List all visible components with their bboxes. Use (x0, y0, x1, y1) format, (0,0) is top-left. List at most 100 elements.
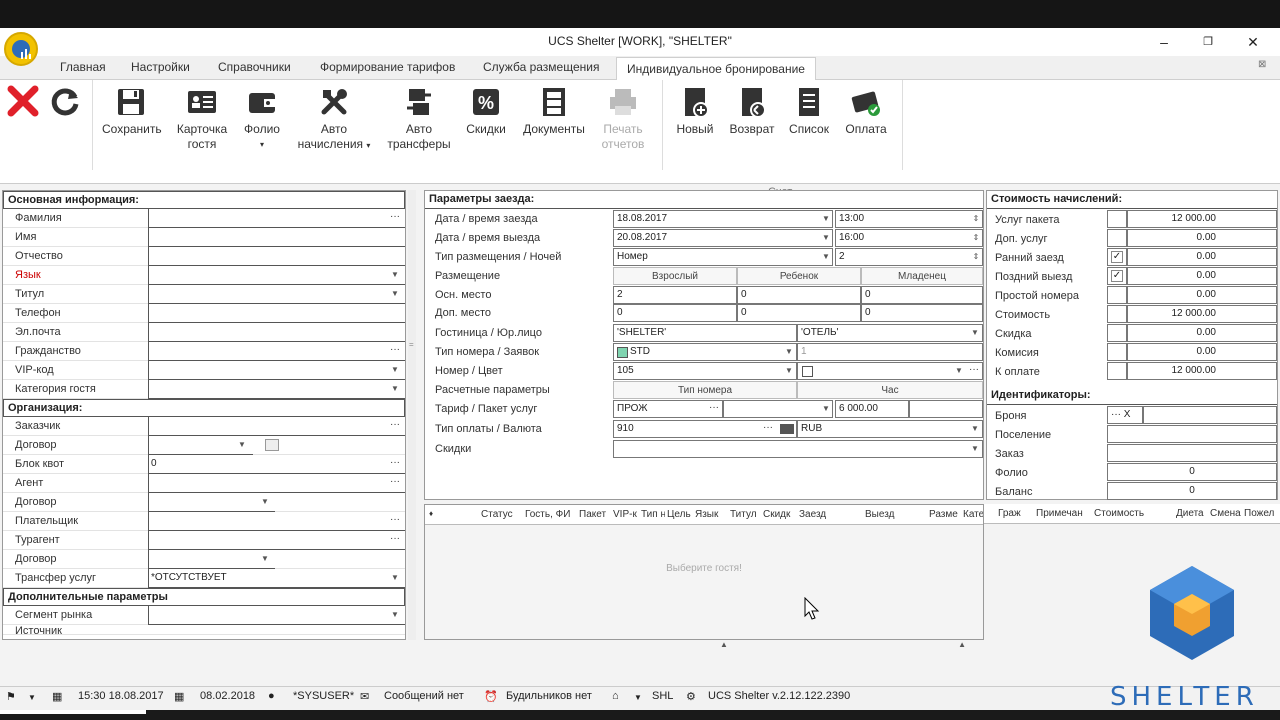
more-icon[interactable]: ··· (388, 344, 402, 358)
discounts-select[interactable] (613, 440, 983, 458)
discounts-button[interactable]: % Скидки (462, 86, 510, 137)
dropdown-arrow-icon[interactable]: ▼ (236, 438, 248, 452)
dropdown-arrow-icon[interactable]: ▼ (389, 287, 401, 301)
checkout-date-input[interactable]: 20.08.2017 (613, 229, 833, 247)
keyboard-icon[interactable] (780, 424, 794, 434)
agent-input[interactable] (148, 474, 405, 493)
auto-charges-button[interactable]: Авто начисления ▾ (294, 86, 374, 153)
main-child-input[interactable]: 0 (737, 286, 861, 304)
customer-input[interactable] (148, 417, 405, 436)
save-button[interactable]: Сохранить (102, 86, 162, 137)
currency-select[interactable]: RUB (797, 420, 983, 438)
tab-references[interactable]: Справочники (218, 60, 291, 74)
main-adult-input[interactable]: 2 (613, 286, 737, 304)
vip-select[interactable] (148, 361, 405, 380)
payer-input[interactable] (148, 512, 405, 531)
patronymic-input[interactable] (148, 247, 405, 266)
settle-input[interactable] (1107, 425, 1277, 443)
more-icon[interactable]: ··· (707, 402, 721, 416)
dropdown-arrow-icon[interactable]: ▼ (783, 364, 795, 378)
dropdown-arrow-icon[interactable]: ▼ (389, 608, 401, 622)
dropdown-arrow-icon[interactable]: ▼ (969, 422, 981, 436)
contract2-select[interactable] (148, 493, 275, 512)
tab-main[interactable]: Главная (60, 60, 106, 74)
more-icon[interactable]: ··· (967, 364, 981, 378)
app-logo-icon[interactable] (4, 32, 38, 66)
dropdown-arrow-icon[interactable]: ▼ (969, 442, 981, 456)
documents-button[interactable]: Документы (520, 86, 588, 137)
contract3-select[interactable] (148, 550, 275, 569)
dropdown-arrow-icon[interactable]: ▼ (953, 364, 965, 378)
nights-input[interactable]: 2 (835, 248, 983, 266)
more-icon[interactable]: ··· (388, 211, 402, 225)
dropdown-arrow-icon[interactable]: ▼ (820, 402, 832, 416)
tab-settings[interactable]: Настройки (131, 60, 190, 74)
delete-button[interactable] (6, 84, 40, 122)
more-icon[interactable]: ··· (388, 419, 402, 433)
tab-tariffs[interactable]: Формирование тарифов (320, 60, 455, 74)
new-invoice-button[interactable]: Новый (672, 86, 718, 137)
extra-child-input[interactable]: 0 (737, 304, 861, 322)
segment-select[interactable] (148, 606, 405, 625)
dropdown-arrow-icon[interactable]: ▼ (820, 231, 832, 245)
balance-input[interactable]: 0 (1107, 482, 1277, 500)
calendar-icon[interactable] (265, 439, 279, 451)
more-icon[interactable]: ··· (761, 422, 775, 436)
clear-booking-icon[interactable]: X (1124, 409, 1131, 420)
email-input[interactable] (148, 323, 405, 342)
booking-controls[interactable]: ··· X (1107, 406, 1143, 424)
block-input[interactable]: 0 (148, 455, 405, 474)
guest-card-button[interactable]: Карточка гостя (174, 86, 230, 152)
folio-id-input[interactable]: 0 (1107, 463, 1277, 481)
dropdown-arrow-icon[interactable]: ▼ (969, 326, 981, 340)
transfer-select[interactable]: *ОТСУТСТВУЕТ (148, 569, 405, 588)
dropdown-arrow-icon[interactable]: ▼ (389, 382, 401, 396)
main-infant-input[interactable]: 0 (861, 286, 983, 304)
tariff-hour-input[interactable] (909, 400, 983, 418)
hotel-select[interactable]: 'SHELTER' (613, 324, 797, 342)
splitter[interactable]: = (408, 190, 416, 640)
more-icon[interactable]: ··· (388, 533, 402, 547)
spinner-icon[interactable]: ⇕ (970, 250, 982, 264)
checkin-time-input[interactable]: 13:00 (835, 210, 983, 228)
language-select[interactable] (148, 266, 405, 285)
collapse-ribbon-icon[interactable]: ⊠ (1258, 59, 1266, 70)
dropdown-arrow-icon[interactable]: ▼ (389, 268, 401, 282)
guest-category-select[interactable] (148, 380, 405, 399)
legal-entity-select[interactable]: 'ОТЕЛЬ' (797, 324, 983, 342)
room-select[interactable]: 105 (613, 362, 797, 380)
more-icon[interactable]: ··· (388, 457, 402, 471)
minimize-icon[interactable]: – (1154, 32, 1174, 52)
booking-input[interactable] (1143, 406, 1277, 424)
title-select[interactable] (148, 285, 405, 304)
checkin-date-input[interactable]: 18.08.2017 (613, 210, 833, 228)
placement-type-select[interactable]: Номер (613, 248, 833, 266)
surname-input[interactable] (148, 209, 405, 228)
citizenship-input[interactable] (148, 342, 405, 361)
grid-scroll-arrows[interactable]: ▲ ▲ (718, 640, 968, 650)
more-icon[interactable]: ··· (388, 514, 402, 528)
more-icon[interactable]: ··· (388, 476, 402, 490)
phone-input[interactable] (148, 304, 405, 323)
refresh-button[interactable] (48, 84, 82, 122)
flag-icon[interactable]: ⚑ (6, 690, 16, 703)
dropdown-arrow-icon[interactable]: ▼ (783, 345, 795, 359)
order-input[interactable] (1107, 444, 1277, 462)
chevron-down-icon[interactable]: ▼ (634, 693, 642, 702)
dropdown-arrow-icon[interactable]: ▼ (820, 250, 832, 264)
package-select[interactable] (723, 400, 833, 418)
list-button[interactable]: Список (786, 86, 832, 137)
spinner-icon[interactable]: ⇕ (970, 231, 982, 245)
spinner-icon[interactable]: ⇕ (970, 212, 982, 226)
tariff-amount-input[interactable]: 6 000.00 (835, 400, 909, 418)
requests-input[interactable]: 1 (797, 343, 983, 361)
payment-button[interactable]: Оплата (842, 86, 890, 137)
chevron-down-icon[interactable]: ▼ (28, 693, 36, 702)
room-type-select[interactable]: STD (613, 343, 797, 361)
extra-infant-input[interactable]: 0 (861, 304, 983, 322)
maximize-icon[interactable]: ❐ (1198, 32, 1218, 52)
checkout-time-input[interactable]: 16:00 (835, 229, 983, 247)
tab-accommodation[interactable]: Служба размещения (483, 60, 599, 74)
print-reports-button[interactable]: Печать отчетов (598, 86, 648, 152)
folio-button[interactable]: Фолио ▾ (240, 86, 284, 152)
